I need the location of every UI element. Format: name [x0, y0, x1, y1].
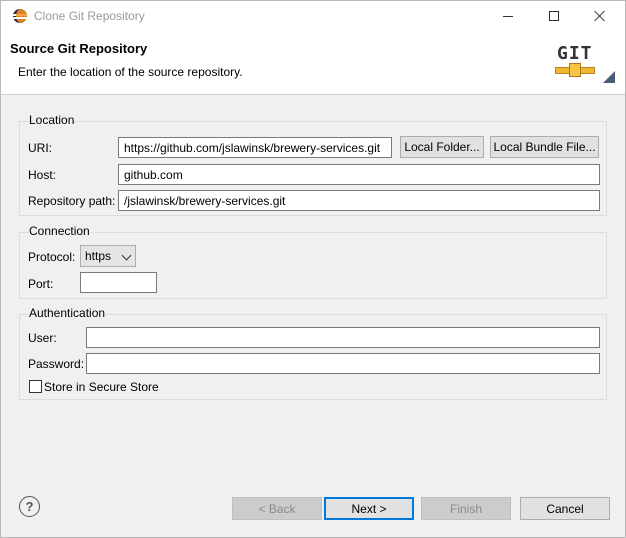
uri-input[interactable]: https://github.com/jslawinsk/brewery-ser…	[118, 137, 392, 158]
uri-label: URI:	[28, 141, 52, 155]
authentication-group-label: Authentication	[29, 306, 106, 320]
chevron-down-icon	[121, 250, 132, 261]
location-group: Location URI: https://github.com/jslawin…	[19, 113, 607, 216]
page-title: Source Git Repository	[10, 41, 148, 56]
window-title: Clone Git Repository	[34, 9, 145, 23]
title-bar[interactable]: Clone Git Repository	[1, 1, 625, 31]
connection-group-label: Connection	[29, 224, 90, 238]
page-description: Enter the location of the source reposit…	[18, 65, 243, 79]
help-icon[interactable]: ?	[19, 496, 40, 517]
git-logo-icon: GIT	[549, 39, 619, 91]
clone-git-dialog: Clone Git Repository Source Git Reposito…	[0, 0, 626, 538]
store-secure-label[interactable]: Store in Secure Store	[44, 380, 159, 394]
connection-group: Connection Protocol: https Port:	[19, 224, 607, 299]
back-button[interactable]: < Back	[232, 497, 322, 520]
repository-path-label: Repository path:	[28, 194, 116, 208]
next-button[interactable]: Next >	[324, 497, 414, 520]
git-logo-text: GIT	[557, 43, 593, 64]
close-icon	[594, 10, 606, 22]
store-secure-checkbox[interactable]	[29, 380, 42, 393]
authentication-group: Authentication User: Password: Store in …	[19, 306, 607, 400]
repository-path-input[interactable]: /jslawinsk/brewery-services.git	[118, 190, 600, 211]
cancel-button[interactable]: Cancel	[520, 497, 610, 520]
user-input[interactable]	[86, 327, 600, 348]
user-label: User:	[28, 331, 57, 345]
location-group-label: Location	[29, 113, 75, 127]
protocol-value: https	[85, 249, 112, 263]
local-bundle-file-button[interactable]: Local Bundle File...	[490, 136, 599, 158]
host-input[interactable]: github.com	[118, 164, 600, 185]
password-label: Password:	[28, 357, 85, 371]
minimize-icon	[503, 15, 513, 17]
maximize-icon	[549, 11, 559, 21]
port-input[interactable]	[80, 272, 157, 293]
close-button[interactable]	[577, 1, 623, 31]
protocol-select[interactable]: https	[80, 245, 136, 267]
password-input[interactable]	[86, 353, 600, 374]
protocol-label: Protocol:	[28, 250, 76, 264]
finish-button[interactable]: Finish	[421, 497, 511, 520]
host-label: Host:	[28, 168, 57, 182]
minimize-button[interactable]	[485, 1, 531, 31]
eclipse-icon	[13, 9, 27, 23]
port-label: Port:	[28, 277, 54, 291]
local-folder-button[interactable]: Local Folder...	[400, 136, 484, 158]
wizard-header: Source Git Repository Enter the location…	[1, 31, 625, 95]
maximize-button[interactable]	[531, 1, 577, 31]
